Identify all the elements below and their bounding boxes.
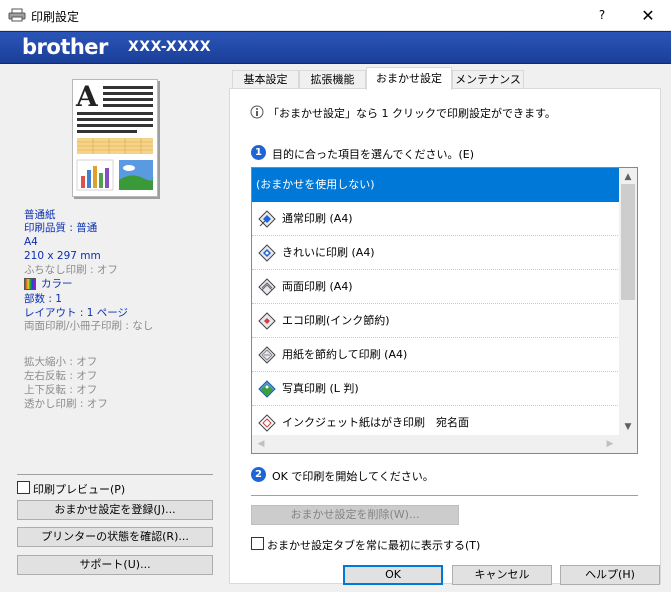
list-item[interactable]: (おまかせを使用しない) [252,168,620,202]
summary-dimensions: 210 x 297 mm [24,250,101,262]
postcard-preset-icon [258,414,276,432]
list-item-label: きれいに印刷 (A4) [282,246,375,259]
register-preset-button[interactable]: おまかせ設定を登録(J)... [17,500,213,520]
scroll-corner [619,435,637,453]
printer-preset-icon [258,210,276,228]
tab-advanced[interactable]: 拡張機能 [299,70,366,89]
print-preview-label[interactable]: 印刷プレビュー(P) [33,481,125,497]
scroll-thumb[interactable] [621,184,635,300]
summary-copies: 部数 : 1 [24,293,62,305]
summary-watermark: 透かし印刷 : オフ [24,398,108,410]
window-title: 印刷設定 [31,10,80,24]
info-icon [250,105,264,119]
right-divider [251,495,638,496]
summary-color: カラー [41,278,73,290]
help-title-button[interactable]: ? [585,0,619,31]
list-item-label: 両面印刷 (A4) [282,280,353,293]
summary-paper: 普通紙 [24,209,56,221]
tab-basic[interactable]: 基本設定 [232,70,299,89]
support-button[interactable]: サポート(U)... [17,555,213,575]
list-item[interactable]: エコ印刷(インク節約) [252,304,620,338]
list-item-label: 用紙を節約して印刷 (A4) [282,348,408,361]
tab-maintenance[interactable]: メンテナンス [452,70,524,89]
info-text: 「おまかせ設定」なら 1 クリックで印刷設定ができます。 [268,107,556,120]
list-item[interactable]: 写真印刷 (L 判) [252,372,620,406]
scroll-down-icon[interactable]: ▼ [620,419,636,435]
list-item-label: エコ印刷(インク節約) [282,314,390,327]
list-item-label: 通常印刷 (A4) [282,212,353,225]
photo-preset-icon [258,380,276,398]
list-item-label: (おまかせを使用しない) [256,178,375,191]
summary-scaling: 拡大縮小 : オフ [24,356,98,368]
help-button[interactable]: ヘルプ(H) [560,565,660,585]
left-divider [17,474,213,475]
step2-text: OK で印刷を開始してください。 [272,470,434,483]
printer-preset-icon [258,244,276,262]
print-preview-checkbox[interactable] [17,481,30,494]
step2-badge: 2 [251,467,266,482]
scroll-right-icon[interactable]: ▶ [602,436,618,452]
list-item-label: 写真印刷 (L 判) [282,382,359,395]
always-show-label[interactable]: おまかせ設定タブを常に最初に表示する(T) [267,537,480,553]
summary-size: A4 [24,236,38,248]
summary-borderless: ふちなし印刷 : オフ [24,264,118,276]
printer-status-button[interactable]: プリンターの状態を確認(R)... [17,527,213,547]
horizontal-scrollbar[interactable] [252,435,619,453]
summary-layout: レイアウト : 1 ページ [24,307,129,319]
cancel-button[interactable]: キャンセル [452,565,552,585]
close-icon[interactable]: ✕ [626,0,670,31]
delete-preset-button[interactable]: おまかせ設定を削除(W)... [251,505,459,525]
summary-duplex: 両面印刷/小冊子印刷 : なし [24,320,154,332]
scroll-left-icon[interactable]: ◀ [253,436,269,452]
title-bar[interactable] [0,0,671,31]
list-item[interactable]: 両面印刷 (A4) [252,270,620,304]
paper-saving-preset-icon [258,346,276,364]
page-preview: A [72,79,158,197]
scroll-up-icon[interactable]: ▲ [620,169,636,185]
summary-mirror: 左右反転 : オフ [24,370,98,382]
tab-preset[interactable]: おまかせ設定 [366,67,452,90]
duplex-preset-icon [258,278,276,296]
list-item[interactable]: 用紙を節約して印刷 (A4) [252,338,620,372]
summary-reverse: 上下反転 : オフ [24,384,98,396]
list-item[interactable]: きれいに印刷 (A4) [252,236,620,270]
eco-preset-icon [258,312,276,330]
step1-badge: 1 [251,145,266,160]
list-item[interactable]: 通常印刷 (A4) [252,202,620,236]
ok-button[interactable]: OK [343,565,443,585]
printer-icon [8,8,26,22]
document-preview-icon: A [75,80,154,191]
svg-text:A: A [75,80,99,113]
step1-text: 目的に合った項目を選んでください。(E) [272,148,474,161]
brand-logo: brother [22,35,108,59]
summary-quality: 印刷品質 : 普通 [24,222,98,234]
always-show-checkbox[interactable] [251,537,264,550]
model-name: XXX-XXXX [128,39,212,55]
color-icon [24,278,36,290]
